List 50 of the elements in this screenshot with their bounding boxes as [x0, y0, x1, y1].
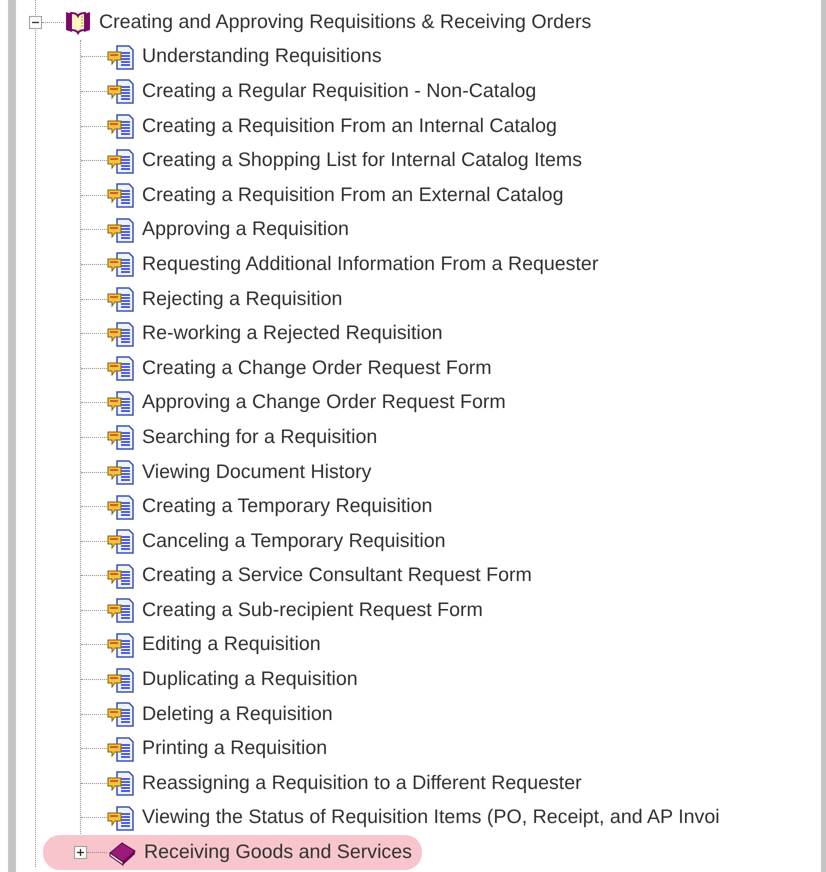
- tree-item[interactable]: Creating a Temporary Requisition: [81, 489, 432, 524]
- document-icon: [107, 388, 135, 417]
- document-icon: [107, 804, 135, 832]
- document-icon: [107, 423, 135, 452]
- tree-item[interactable]: Creating and Approving Requisitions & Receiving Orders: [29, 5, 592, 40]
- document-icon: [107, 492, 135, 521]
- document-icon: [107, 700, 135, 728]
- document-icon: [107, 146, 135, 175]
- tree-item[interactable]: Approving a Requisition: [81, 212, 349, 248]
- document-icon: [107, 216, 135, 244]
- tree-item[interactable]: Receiving Goods and Services: [43, 835, 422, 870]
- tree-item[interactable]: Approving a Change Order Request Form: [81, 386, 506, 420]
- document-icon: [107, 596, 135, 624]
- tree-item[interactable]: Re-working a Rejected Requisition: [81, 316, 443, 351]
- document-icon: [107, 181, 135, 210]
- document-icon: [107, 112, 135, 140]
- tree-item[interactable]: Creating a Requisition From an Internal Catalog: [81, 108, 557, 144]
- document-icon: [107, 77, 135, 106]
- expand-icon[interactable]: [74, 846, 87, 860]
- document-icon: [107, 527, 135, 556]
- tree-item[interactable]: Viewing Document History: [81, 454, 372, 490]
- document-icon: [107, 354, 135, 382]
- document-icon: [107, 734, 135, 763]
- tree-item[interactable]: Reassigning a Requisition to a Different Requester: [81, 766, 582, 801]
- tree-item[interactable]: Creating a Service Consultant Request Form: [81, 558, 532, 594]
- tree-item[interactable]: Requesting Additional Information From a Requester: [81, 247, 598, 282]
- tree-item[interactable]: Viewing the Status of Requisition Items (PO, Receipt, and AP Invoi: [81, 800, 720, 836]
- tree-item[interactable]: Rejecting a Requisition: [81, 282, 342, 316]
- document-icon: [107, 630, 135, 659]
- tree-item[interactable]: Duplicating a Requisition: [81, 662, 358, 697]
- document-icon: [107, 666, 135, 694]
- tree-item[interactable]: Creating a Sub-recipient Request Form: [81, 593, 483, 628]
- document-icon: [107, 769, 135, 798]
- document-icon: [107, 285, 135, 314]
- document-icon: [107, 320, 135, 348]
- tree-item[interactable]: Creating a Requisition From an External Catalog: [81, 178, 564, 213]
- tree-item[interactable]: Creating a Change Order Request Form: [81, 350, 492, 386]
- collapse-icon[interactable]: [29, 16, 42, 29]
- tree-item[interactable]: Understanding Requisitions: [81, 40, 382, 74]
- document-icon: [107, 42, 135, 71]
- tree-item[interactable]: Printing a Requisition: [81, 731, 328, 766]
- document-icon: [107, 458, 135, 486]
- tree-item[interactable]: Creating a Regular Requisition - Non-Catalog: [81, 74, 536, 109]
- tree-item[interactable]: Canceling a Temporary Requisition: [81, 524, 446, 558]
- document-icon: [107, 250, 135, 278]
- tree-item[interactable]: Creating a Shopping List for Internal Catalog Items: [81, 143, 582, 178]
- tree-item[interactable]: Editing a Requisition: [81, 628, 321, 662]
- document-icon: [107, 562, 135, 590]
- tree-item[interactable]: Deleting a Requisition: [81, 696, 333, 732]
- tree-item[interactable]: Searching for a Requisition: [81, 420, 378, 455]
